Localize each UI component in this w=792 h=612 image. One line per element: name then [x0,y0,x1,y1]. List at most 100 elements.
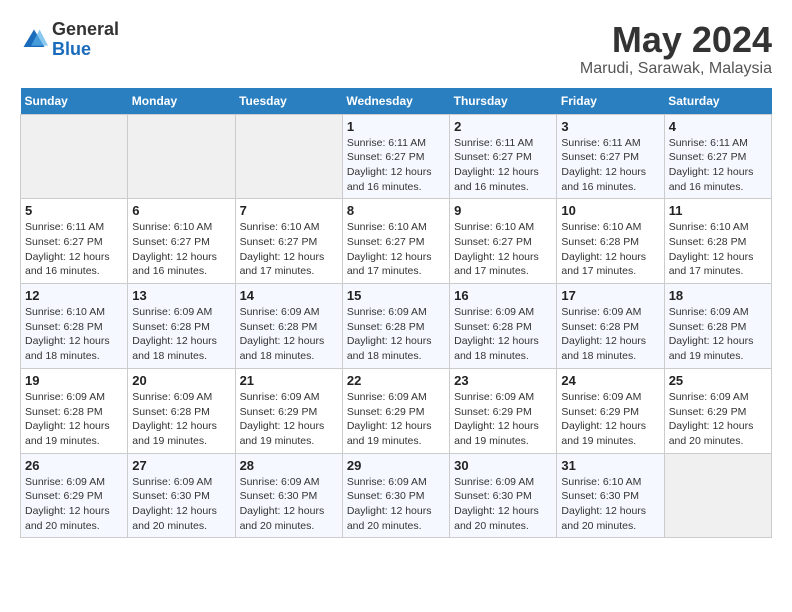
week-row-5: 26 Sunrise: 6:09 AMSunset: 6:29 PMDayligh… [21,453,772,538]
day-info: Sunrise: 6:09 AMSunset: 6:28 PMDaylight:… [561,305,659,364]
day-number: 21 [240,373,338,388]
header-day-monday: Monday [128,88,235,115]
day-number: 11 [669,203,767,218]
day-number: 6 [132,203,230,218]
day-number: 5 [25,203,123,218]
header-row: SundayMondayTuesdayWednesdayThursdayFrid… [21,88,772,115]
calendar-cell [128,114,235,199]
calendar-cell: 13 Sunrise: 6:09 AMSunset: 6:28 PMDayligh… [128,284,235,369]
day-info: Sunrise: 6:11 AMSunset: 6:27 PMDaylight:… [561,136,659,195]
day-info: Sunrise: 6:09 AMSunset: 6:28 PMDaylight:… [669,305,767,364]
calendar-cell: 28 Sunrise: 6:09 AMSunset: 6:30 PMDayligh… [235,453,342,538]
day-number: 8 [347,203,445,218]
calendar-cell: 4Sunrise: 6:11 AMSunset: 6:27 PMDaylight… [664,114,771,199]
day-info: Sunrise: 6:11 AMSunset: 6:27 PMDaylight:… [669,136,767,195]
calendar-cell: 27 Sunrise: 6:09 AMSunset: 6:30 PMDayligh… [128,453,235,538]
calendar-cell: 6 Sunrise: 6:10 AMSunset: 6:27 PMDaylight… [128,199,235,284]
week-row-4: 19Sunrise: 6:09 AMSunset: 6:28 PMDayligh… [21,368,772,453]
calendar-cell: 9Sunrise: 6:10 AMSunset: 6:27 PMDaylight… [450,199,557,284]
day-number: 26 [25,458,123,473]
logo-text: General Blue [52,20,119,60]
day-info: Sunrise: 6:09 AMSunset: 6:29 PMDaylight:… [25,475,123,534]
calendar-cell: 24Sunrise: 6:09 AMSunset: 6:29 PMDayligh… [557,368,664,453]
calendar-cell: 16 Sunrise: 6:09 AMSunset: 6:28 PMDayligh… [450,284,557,369]
calendar-cell [235,114,342,199]
day-number: 7 [240,203,338,218]
day-info: Sunrise: 6:09 AMSunset: 6:28 PMDaylight:… [347,305,445,364]
day-info: Sunrise: 6:10 AMSunset: 6:27 PMDaylight:… [347,220,445,279]
day-number: 29 [347,458,445,473]
calendar-cell: 3 Sunrise: 6:11 AMSunset: 6:27 PMDaylight… [557,114,664,199]
calendar-body: 1 Sunrise: 6:11 AMSunset: 6:27 PMDaylight… [21,114,772,538]
day-number: 12 [25,288,123,303]
header-day-saturday: Saturday [664,88,771,115]
page-header: General Blue May 2024 Marudi, Sarawak, M… [20,20,772,78]
header-day-sunday: Sunday [21,88,128,115]
calendar-cell: 7 Sunrise: 6:10 AMSunset: 6:27 PMDaylight… [235,199,342,284]
day-info: Sunrise: 6:10 AMSunset: 6:28 PMDaylight:… [561,220,659,279]
calendar-cell: 15 Sunrise: 6:09 AMSunset: 6:28 PMDayligh… [342,284,449,369]
day-number: 15 [347,288,445,303]
calendar-cell: 5Sunrise: 6:11 AMSunset: 6:27 PMDaylight… [21,199,128,284]
logo: General Blue [20,20,119,60]
day-number: 3 [561,119,659,134]
calendar-cell: 30 Sunrise: 6:09 AMSunset: 6:30 PMDayligh… [450,453,557,538]
day-info: Sunrise: 6:09 AMSunset: 6:30 PMDaylight:… [240,475,338,534]
logo-blue-text: Blue [52,39,91,59]
calendar-cell: 21 Sunrise: 6:09 AMSunset: 6:29 PMDayligh… [235,368,342,453]
calendar-cell: 10 Sunrise: 6:10 AMSunset: 6:28 PMDayligh… [557,199,664,284]
logo-general-text: General [52,19,119,39]
day-number: 27 [132,458,230,473]
day-info: Sunrise: 6:09 AMSunset: 6:28 PMDaylight:… [132,305,230,364]
day-number: 28 [240,458,338,473]
day-info: Sunrise: 6:09 AMSunset: 6:30 PMDaylight:… [132,475,230,534]
day-info: Sunrise: 6:09 AMSunset: 6:29 PMDaylight:… [669,390,767,449]
calendar-cell: 17 Sunrise: 6:09 AMSunset: 6:28 PMDayligh… [557,284,664,369]
day-number: 24 [561,373,659,388]
day-number: 16 [454,288,552,303]
day-number: 13 [132,288,230,303]
day-info: Sunrise: 6:10 AMSunset: 6:27 PMDaylight:… [240,220,338,279]
header-day-wednesday: Wednesday [342,88,449,115]
day-number: 22 [347,373,445,388]
day-number: 2 [454,119,552,134]
day-info: Sunrise: 6:10 AMSunset: 6:27 PMDaylight:… [132,220,230,279]
day-number: 23 [454,373,552,388]
day-info: Sunrise: 6:09 AMSunset: 6:29 PMDaylight:… [454,390,552,449]
day-number: 20 [132,373,230,388]
header-day-tuesday: Tuesday [235,88,342,115]
day-info: Sunrise: 6:09 AMSunset: 6:28 PMDaylight:… [25,390,123,449]
location-title: Marudi, Sarawak, Malaysia [580,60,772,78]
day-info: Sunrise: 6:09 AMSunset: 6:29 PMDaylight:… [240,390,338,449]
day-number: 9 [454,203,552,218]
day-number: 14 [240,288,338,303]
calendar-cell: 18Sunrise: 6:09 AMSunset: 6:28 PMDayligh… [664,284,771,369]
calendar-cell: 11 Sunrise: 6:10 AMSunset: 6:28 PMDayligh… [664,199,771,284]
week-row-1: 1 Sunrise: 6:11 AMSunset: 6:27 PMDaylight… [21,114,772,199]
title-section: May 2024 Marudi, Sarawak, Malaysia [580,20,772,78]
calendar-cell: 14Sunrise: 6:09 AMSunset: 6:28 PMDayligh… [235,284,342,369]
day-number: 30 [454,458,552,473]
calendar-cell: 22 Sunrise: 6:09 AMSunset: 6:29 PMDayligh… [342,368,449,453]
calendar-cell: 20 Sunrise: 6:09 AMSunset: 6:28 PMDayligh… [128,368,235,453]
logo-icon [20,26,48,54]
day-info: Sunrise: 6:09 AMSunset: 6:28 PMDaylight:… [454,305,552,364]
day-info: Sunrise: 6:10 AMSunset: 6:28 PMDaylight:… [25,305,123,364]
day-number: 25 [669,373,767,388]
day-info: Sunrise: 6:09 AMSunset: 6:29 PMDaylight:… [347,390,445,449]
calendar-cell: 26 Sunrise: 6:09 AMSunset: 6:29 PMDayligh… [21,453,128,538]
day-info: Sunrise: 6:09 AMSunset: 6:28 PMDaylight:… [132,390,230,449]
day-info: Sunrise: 6:11 AMSunset: 6:27 PMDaylight:… [454,136,552,195]
calendar-cell [21,114,128,199]
month-title: May 2024 [580,20,772,60]
calendar-cell: 23 Sunrise: 6:09 AMSunset: 6:29 PMDayligh… [450,368,557,453]
day-info: Sunrise: 6:10 AMSunset: 6:28 PMDaylight:… [669,220,767,279]
day-number: 17 [561,288,659,303]
day-info: Sunrise: 6:11 AMSunset: 6:27 PMDaylight:… [347,136,445,195]
calendar-cell: 12 Sunrise: 6:10 AMSunset: 6:28 PMDayligh… [21,284,128,369]
day-number: 10 [561,203,659,218]
day-info: Sunrise: 6:09 AMSunset: 6:30 PMDaylight:… [454,475,552,534]
day-number: 1 [347,119,445,134]
calendar-table: SundayMondayTuesdayWednesdayThursdayFrid… [20,88,772,539]
header-day-friday: Friday [557,88,664,115]
